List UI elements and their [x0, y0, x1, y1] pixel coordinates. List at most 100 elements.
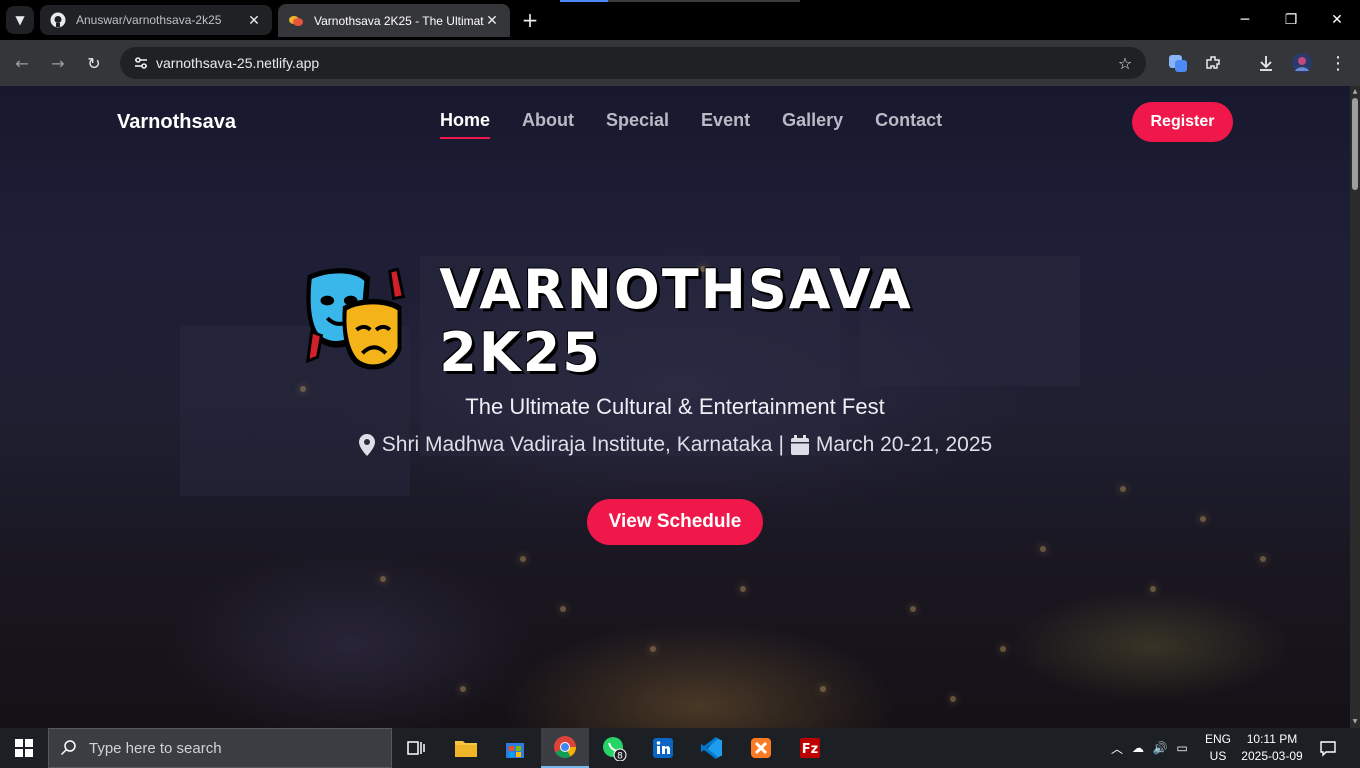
tab-github[interactable]: Anuswar/varnothsava-2k25 ✕	[40, 5, 272, 35]
search-placeholder: Type here to search	[89, 739, 222, 757]
notification-icon	[1320, 741, 1336, 757]
chevron-up-icon[interactable]: ︿	[1108, 740, 1126, 757]
xampp-icon	[751, 738, 771, 758]
extensions-icon[interactable]	[1201, 51, 1225, 75]
new-tab-button[interactable]: +	[518, 8, 542, 32]
start-button[interactable]	[0, 728, 48, 768]
close-window-button[interactable]: ✕	[1314, 0, 1360, 40]
hero-title-block: VARNOTHSAVA 2K25	[300, 258, 1080, 384]
store-icon	[506, 743, 524, 758]
tab-search-button[interactable]: ▼	[6, 6, 34, 34]
restore-icon: ❐	[1284, 12, 1298, 28]
nav-event[interactable]: Event	[701, 110, 750, 139]
vscode-button[interactable]	[688, 728, 736, 768]
file-explorer-button[interactable]	[442, 728, 490, 768]
linkedin-icon	[653, 738, 673, 758]
masks-favicon-icon	[288, 13, 304, 29]
bookmark-star-icon[interactable]: ☆	[1110, 54, 1140, 73]
map-pin-icon	[358, 434, 375, 456]
page-scrollbar[interactable]: ▲ ▼	[1350, 86, 1360, 728]
chevron-down-icon: ▼	[15, 13, 25, 27]
view-schedule-button[interactable]: View Schedule	[587, 499, 763, 545]
hero-title: VARNOTHSAVA 2K25	[439, 258, 913, 384]
address-bar[interactable]: varnothsava-25.netlify.app ☆	[120, 47, 1146, 79]
close-icon: ✕	[1331, 12, 1343, 28]
web-page: Varnothsava Home About Special Event Gal…	[0, 86, 1350, 728]
system-clock[interactable]: 10:11 PM 2025-03-09	[1236, 731, 1308, 765]
filezilla-icon: Fz	[800, 738, 820, 758]
tab-title: Varnothsava 2K25 - The Ultimat	[314, 13, 484, 28]
linkedin-button[interactable]	[639, 728, 687, 768]
profile-avatar[interactable]	[1290, 51, 1314, 75]
onedrive-cloud-icon[interactable]: ☁	[1126, 741, 1150, 755]
reload-icon: ↻	[87, 53, 101, 73]
register-button[interactable]: Register	[1132, 102, 1233, 142]
scroll-up-icon[interactable]: ▲	[1351, 88, 1359, 96]
arrow-left-icon: ←	[15, 53, 29, 73]
copilot-extension-icon[interactable]	[1166, 51, 1190, 75]
vscode-icon	[701, 737, 722, 759]
microsoft-store-button[interactable]	[491, 728, 539, 768]
whatsapp-button[interactable]: 8	[590, 728, 638, 768]
task-view-button[interactable]	[392, 728, 440, 768]
keyboard-region: US	[1209, 749, 1227, 763]
site-navbar: Varnothsava Home About Special Event Gal…	[0, 86, 1350, 158]
clock-time: 10:11 PM	[1246, 732, 1298, 746]
whatsapp-badge: 8	[617, 752, 623, 762]
hero-info: Shri Madhwa Vadiraja Institute, Karnatak…	[0, 433, 1350, 457]
loading-indicator	[560, 0, 800, 2]
nav-gallery[interactable]: Gallery	[782, 110, 843, 139]
arrow-right-icon: →	[51, 53, 65, 73]
download-icon[interactable]	[1254, 51, 1278, 75]
calendar-icon	[790, 435, 809, 455]
hero-subtitle: The Ultimate Cultural & Entertainment Fe…	[465, 394, 885, 419]
nav-links: Home About Special Event Gallery Contact	[440, 110, 942, 139]
reload-button[interactable]: ↻	[81, 50, 107, 76]
taskbar-search[interactable]: Type here to search	[48, 728, 392, 768]
more-menu-icon[interactable]: ⋮	[1326, 51, 1350, 75]
site-info-icon[interactable]	[126, 55, 156, 71]
language-indicator[interactable]: ENG US	[1200, 731, 1236, 765]
filezilla-button[interactable]: Fz	[786, 728, 834, 768]
chrome-icon	[554, 736, 576, 758]
event-date: March 20-21, 2025	[815, 433, 993, 456]
language-code: ENG	[1204, 732, 1231, 746]
github-icon	[50, 12, 66, 28]
back-button[interactable]: ←	[9, 50, 35, 76]
scrollbar-thumb[interactable]	[1352, 98, 1358, 190]
site-brand[interactable]: Varnothsava	[117, 111, 236, 134]
close-icon[interactable]: ✕	[484, 12, 500, 29]
nav-home[interactable]: Home	[440, 110, 491, 139]
event-location: Shri Madhwa Vadiraja Institute, Karnatak…	[381, 433, 773, 456]
url-text: varnothsava-25.netlify.app	[156, 55, 320, 71]
nav-about[interactable]: About	[522, 110, 574, 139]
tab-varnothsava[interactable]: Varnothsava 2K25 - The Ultimat ✕	[278, 4, 510, 37]
theater-masks-icon	[306, 267, 406, 370]
svg-text:Fz: Fz	[802, 742, 818, 757]
plus-icon: +	[521, 8, 539, 32]
windows-taskbar: Type here to search 8 Fz ︿ ☁ 🔊 ▭ ENG US …	[0, 728, 1360, 768]
info-separator: |	[778, 433, 784, 456]
folder-icon	[455, 741, 477, 757]
tab-title: Anuswar/varnothsava-2k25	[76, 13, 222, 27]
task-view-icon	[407, 741, 425, 755]
browser-toolbar: ← → ↻ varnothsava-25.netlify.app ☆ ⋮	[0, 40, 1360, 86]
chrome-taskbar-button[interactable]	[541, 728, 589, 768]
speaker-icon[interactable]: 🔊	[1150, 741, 1170, 755]
forward-button[interactable]: →	[45, 50, 71, 76]
tab-strip: ▼ Anuswar/varnothsava-2k25 ✕ Varnothsava…	[0, 0, 1360, 40]
search-icon	[49, 739, 89, 757]
scroll-down-icon[interactable]: ▼	[1351, 718, 1359, 726]
nav-special[interactable]: Special	[606, 110, 669, 139]
minimize-button[interactable]: ─	[1222, 0, 1268, 40]
xampp-button[interactable]	[737, 728, 785, 768]
maximize-button[interactable]: ❐	[1268, 0, 1314, 40]
network-icon[interactable]: ▭	[1170, 741, 1194, 755]
clock-date: 2025-03-09	[1241, 749, 1303, 763]
close-icon[interactable]: ✕	[246, 12, 262, 29]
whatsapp-icon: 8	[603, 737, 627, 762]
minimize-icon: ─	[1240, 12, 1250, 28]
notifications-button[interactable]	[1316, 728, 1340, 768]
nav-contact[interactable]: Contact	[875, 110, 942, 139]
system-tray: ︿ ☁ 🔊 ▭	[1108, 728, 1194, 768]
